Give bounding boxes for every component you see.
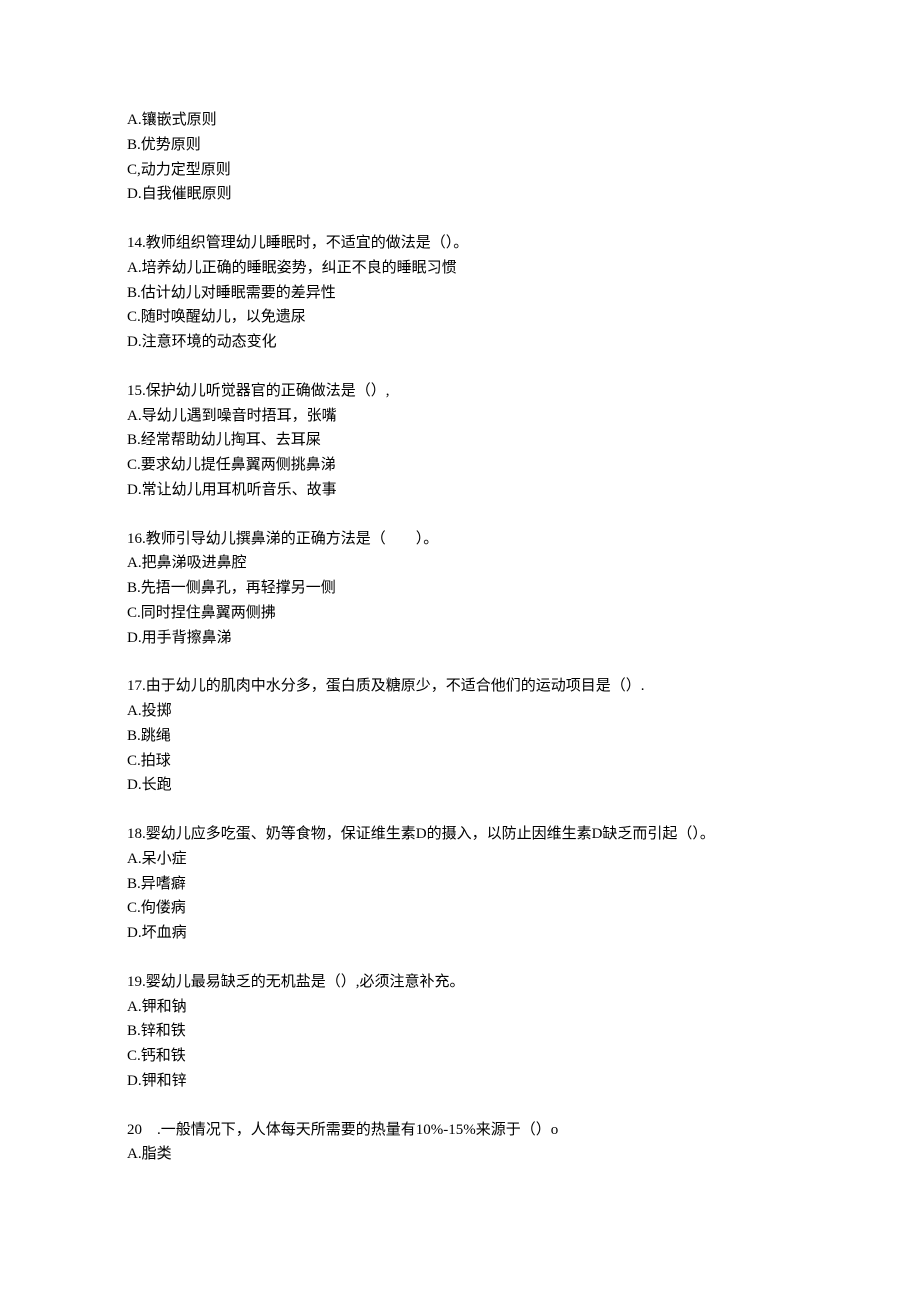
question-14: 14.教师组织管理幼儿睡眠时，不适宜的做法是（）。 A.培养幼儿正确的睡眠姿势，… [127,231,793,355]
question-17: 17.由于幼儿的肌肉中水分多，蛋白质及糖原少，不适合他们的运动项目是（）. A.… [127,674,793,798]
option-a: A.培养幼儿正确的睡眠姿势，纠正不良的睡眠习惯 [127,256,793,281]
option-a: A.把鼻涕吸进鼻腔 [127,551,793,576]
option-a: A.镶嵌式原则 [127,108,793,133]
question-15: 15.保护幼儿听觉器官的正确做法是（）, A.导幼儿遇到噪音时捂耳，张嘴 B.经… [127,379,793,503]
question-19: 19.婴幼儿最易缺乏的无机盐是（）,必须注意补充。 A.钾和钠 B.锌和铁 C.… [127,970,793,1094]
question-13-partial: A.镶嵌式原则 B.优势原则 C,动力定型原则 D.自我催眠原则 [127,108,793,207]
question-stem: 14.教师组织管理幼儿睡眠时，不适宜的做法是（）。 [127,231,793,256]
option-d: D.钾和锌 [127,1069,793,1094]
question-18: 18.婴幼儿应多吃蛋、奶等食物，保证维生素D的摄入，以防止因维生素D缺乏而引起（… [127,822,793,946]
document-page: A.镶嵌式原则 B.优势原则 C,动力定型原则 D.自我催眠原则 14.教师组织… [0,0,920,1301]
option-d: D.注意环境的动态变化 [127,330,793,355]
question-20: 20 .一般情况下，人体每天所需要的热量有10%-15%来源于（）o A.脂类 [127,1118,793,1168]
option-c: C.随时唤醒幼儿，以免遗尿 [127,305,793,330]
option-c: C.同时捏住鼻翼两侧拂 [127,601,793,626]
question-stem: 19.婴幼儿最易缺乏的无机盐是（）,必须注意补充。 [127,970,793,995]
option-a: A.导幼儿遇到噪音时捂耳，张嘴 [127,404,793,429]
option-b: B.先捂一侧鼻孔，再轻撑另一侧 [127,576,793,601]
question-16: 16.教师引导幼儿撰鼻涕的正确方法是（ ）。 A.把鼻涕吸进鼻腔 B.先捂一侧鼻… [127,527,793,651]
question-stem: 18.婴幼儿应多吃蛋、奶等食物，保证维生素D的摄入，以防止因维生素D缺乏而引起（… [127,822,793,847]
option-b: B.经常帮助幼儿掏耳、去耳屎 [127,428,793,453]
option-b: B.优势原则 [127,133,793,158]
option-b: B.异嗜癖 [127,872,793,897]
option-c: C.拍球 [127,749,793,774]
option-b: B.估计幼儿对睡眠需要的差异性 [127,281,793,306]
option-a: A.呆小症 [127,847,793,872]
option-a: A.脂类 [127,1142,793,1167]
question-stem: 16.教师引导幼儿撰鼻涕的正确方法是（ ）。 [127,527,793,552]
option-c: C.钙和铁 [127,1044,793,1069]
option-c: C.佝偻病 [127,896,793,921]
option-d: D.自我催眠原则 [127,182,793,207]
option-b: B.锌和铁 [127,1019,793,1044]
option-c: C.要求幼儿提任鼻翼两侧挑鼻涕 [127,453,793,478]
option-a: A.钾和钠 [127,995,793,1020]
question-stem: 15.保护幼儿听觉器官的正确做法是（）, [127,379,793,404]
option-a: A.投掷 [127,699,793,724]
option-d: D.坏血病 [127,921,793,946]
question-stem: 17.由于幼儿的肌肉中水分多，蛋白质及糖原少，不适合他们的运动项目是（）. [127,674,793,699]
option-d: D.长跑 [127,773,793,798]
option-d: D.常让幼儿用耳机听音乐、故事 [127,478,793,503]
option-c: C,动力定型原则 [127,158,793,183]
question-stem: 20 .一般情况下，人体每天所需要的热量有10%-15%来源于（）o [127,1118,793,1143]
option-b: B.跳绳 [127,724,793,749]
option-d: D.用手背擦鼻涕 [127,626,793,651]
